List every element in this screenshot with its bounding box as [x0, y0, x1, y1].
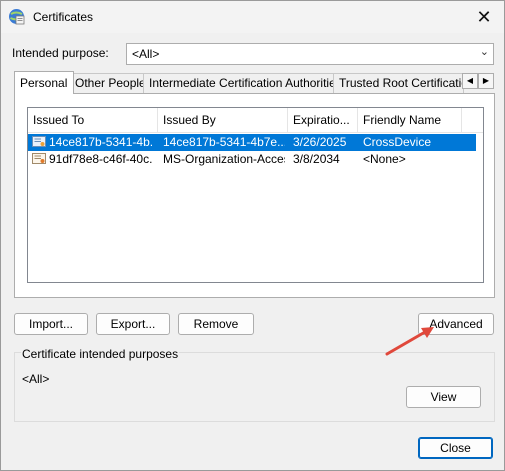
tab-scroll-buttons: ◀ ▶: [462, 73, 494, 89]
remove-button[interactable]: Remove: [178, 313, 254, 335]
intended-purpose-label: Intended purpose:: [12, 46, 109, 60]
tab-strip: Personal Other People Intermediate Certi…: [14, 71, 495, 94]
title-bar: Certificates ✕: [1, 1, 504, 33]
column-friendly-name[interactable]: Friendly Name: [358, 108, 462, 132]
tab-trusted-root-certification[interactable]: Trusted Root Certification: [333, 73, 464, 93]
expiration-cell: 3/8/2034: [293, 152, 340, 166]
friendly-name-cell: CrossDevice: [363, 135, 432, 149]
intended-purpose-value: <All>: [132, 47, 160, 61]
export-button[interactable]: Export...: [96, 313, 170, 335]
import-button[interactable]: Import...: [14, 313, 88, 335]
window-title: Certificates: [33, 10, 94, 24]
personal-tab-panel: Issued To Issued By Expiratio... Friendl…: [14, 93, 495, 298]
list-header: Issued To Issued By Expiratio... Friendl…: [28, 108, 483, 133]
table-row[interactable]: 14ce817b-5341-4b... 14ce817b-5341-4b7e..…: [28, 134, 476, 151]
chevron-down-icon: ⌄: [479, 46, 489, 58]
certificate-icon: [32, 153, 46, 164]
tab-personal[interactable]: Personal: [14, 71, 74, 94]
intended-purpose-dropdown[interactable]: <All> ⌄: [126, 43, 494, 65]
certificate-list[interactable]: Issued To Issued By Expiratio... Friendl…: [27, 107, 484, 283]
tab-intermediate-certification-authorities[interactable]: Intermediate Certification Authorities: [143, 73, 338, 93]
certificate-intended-purposes-value: <All>: [22, 372, 50, 386]
table-row[interactable]: 91df78e8-c46f-40c... MS-Organization-Acc…: [28, 151, 476, 168]
column-issued-by[interactable]: Issued By: [158, 108, 288, 132]
column-issued-to[interactable]: Issued To: [28, 108, 158, 132]
tab-other-people[interactable]: Other People: [69, 73, 149, 93]
expiration-cell: 3/26/2025: [293, 135, 347, 149]
scroll-right-icon[interactable]: ▶: [478, 73, 494, 89]
certificate-icon: [32, 136, 46, 147]
certificates-dialog: Certificates ✕ Intended purpose: <All> ⌄…: [0, 0, 505, 471]
column-expiration[interactable]: Expiratio...: [288, 108, 358, 132]
friendly-name-cell: <None>: [363, 152, 406, 166]
advanced-button[interactable]: Advanced: [418, 313, 494, 335]
issued-to-cell: 14ce817b-5341-4b...: [49, 135, 153, 149]
issued-by-cell: MS-Organization-Access: [163, 152, 285, 166]
close-icon[interactable]: ✕: [472, 6, 496, 28]
certificate-intended-purposes-label: Certificate intended purposes: [21, 347, 180, 361]
certificate-app-icon: [9, 9, 25, 25]
scroll-left-icon[interactable]: ◀: [462, 73, 478, 89]
close-button[interactable]: Close: [418, 437, 493, 459]
view-button[interactable]: View: [406, 386, 481, 408]
issued-to-cell: 91df78e8-c46f-40c...: [49, 152, 153, 166]
issued-by-cell: 14ce817b-5341-4b7e...: [163, 135, 285, 149]
